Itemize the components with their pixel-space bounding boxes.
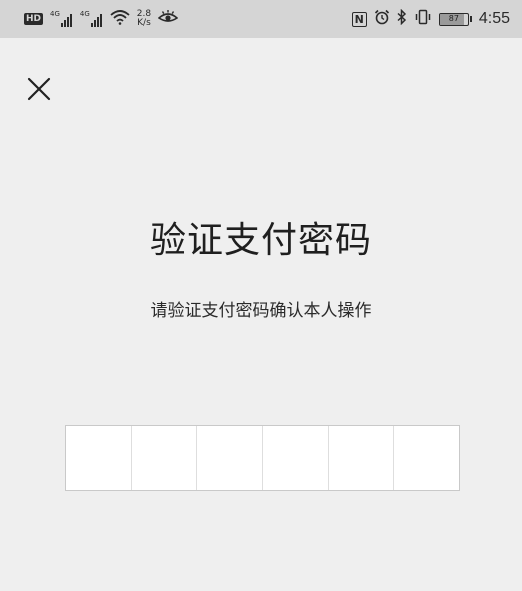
close-button[interactable] [22, 72, 56, 106]
status-bar-left: HD 4G 4G 2.8 K/s [24, 9, 185, 29]
network-type-label: 4G [50, 10, 60, 18]
pin-digit-cell[interactable] [329, 426, 395, 490]
signal-icon: 4G [80, 11, 103, 27]
status-bar: HD 4G 4G 2.8 K/s N 87 4:55 [0, 0, 522, 38]
network-speed-unit: K/s [137, 18, 151, 28]
page-title: 验证支付密码 [149, 220, 372, 261]
vibrate-icon [414, 9, 432, 29]
close-icon [27, 77, 51, 101]
wifi-icon [110, 9, 130, 29]
pin-digit-cell[interactable] [132, 426, 198, 490]
battery-icon: 87 [438, 12, 472, 26]
bluetooth-icon [397, 8, 407, 29]
status-bar-right: N 87 4:55 [345, 8, 510, 29]
hd-badge: HD [24, 13, 44, 25]
pin-digit-cell[interactable] [263, 426, 329, 490]
alarm-icon [374, 9, 390, 29]
status-time: 4:55 [478, 10, 510, 27]
pin-digit-cell[interactable] [394, 426, 459, 490]
signal-icon: 4G [50, 11, 73, 27]
page-subtitle: 请验证支付密码确认本人操作 [150, 301, 372, 321]
eye-icon [157, 9, 179, 29]
network-type-label: 4G [79, 10, 90, 18]
network-speed: 2.8 K/s [137, 10, 151, 28]
battery-level: 87 [448, 13, 459, 23]
payment-password-input[interactable] [65, 425, 460, 491]
nfc-icon: N [351, 11, 367, 27]
pin-digit-cell[interactable] [197, 426, 264, 490]
pin-digit-cell[interactable] [66, 426, 132, 490]
